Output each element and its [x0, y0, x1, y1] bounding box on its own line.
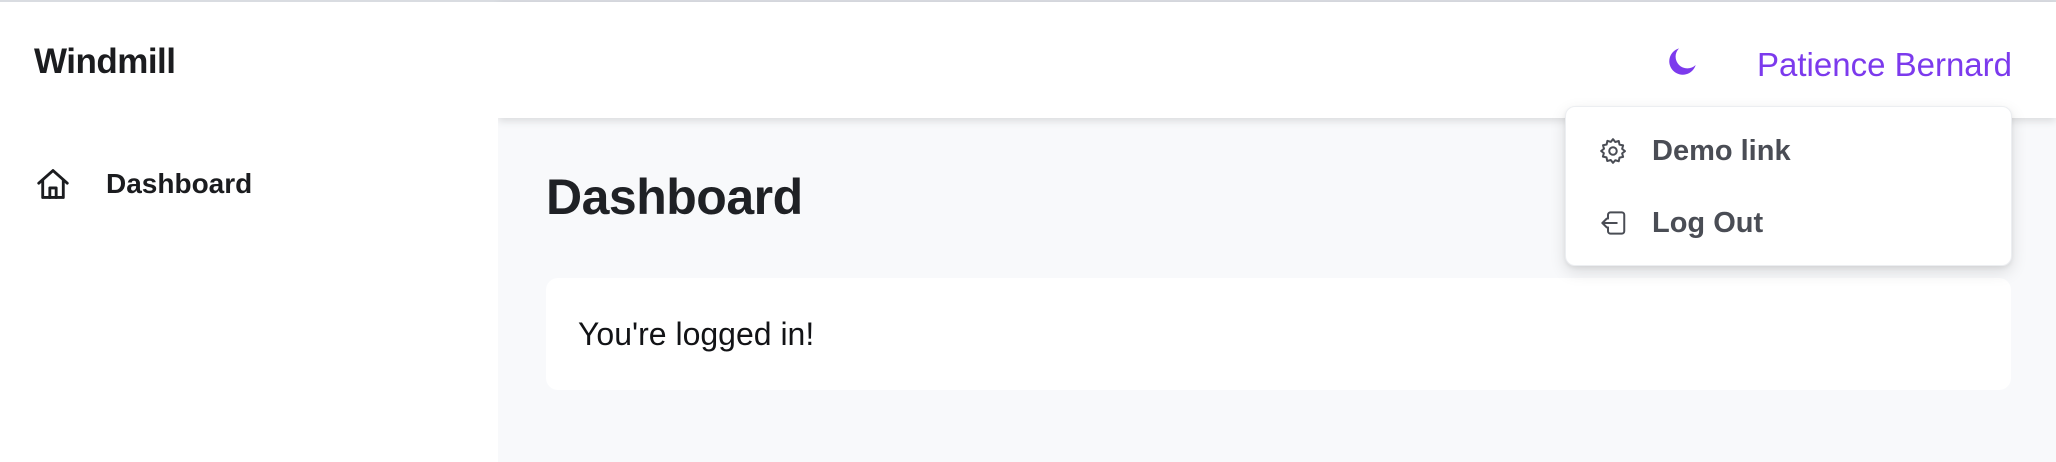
sidebar-item-dashboard[interactable]: Dashboard — [34, 162, 252, 206]
page-title: Dashboard — [546, 169, 803, 225]
app-window: Windmill Dashboard Patience Bernard Dash… — [0, 0, 2056, 462]
moon-icon — [1664, 42, 1702, 85]
sidebar: Windmill Dashboard — [0, 2, 498, 462]
menu-item-demo-link[interactable]: Demo link — [1598, 129, 1998, 173]
sidebar-item-label: Dashboard — [106, 168, 253, 199]
user-menu-trigger[interactable]: Patience Bernard — [1757, 46, 2012, 84]
theme-toggle-button[interactable] — [1660, 40, 1706, 86]
app-logo[interactable]: Windmill — [34, 42, 176, 82]
user-dropdown-menu: Demo link Log Out — [1565, 106, 2012, 266]
home-icon — [34, 165, 72, 203]
status-card: You're logged in! — [546, 278, 2011, 390]
menu-item-label: Log Out — [1652, 206, 1764, 239]
gear-icon — [1598, 136, 1628, 166]
logout-icon — [1598, 208, 1628, 238]
status-message: You're logged in! — [578, 316, 815, 352]
menu-item-label: Demo link — [1652, 134, 1791, 167]
menu-item-log-out[interactable]: Log Out — [1598, 201, 1998, 245]
